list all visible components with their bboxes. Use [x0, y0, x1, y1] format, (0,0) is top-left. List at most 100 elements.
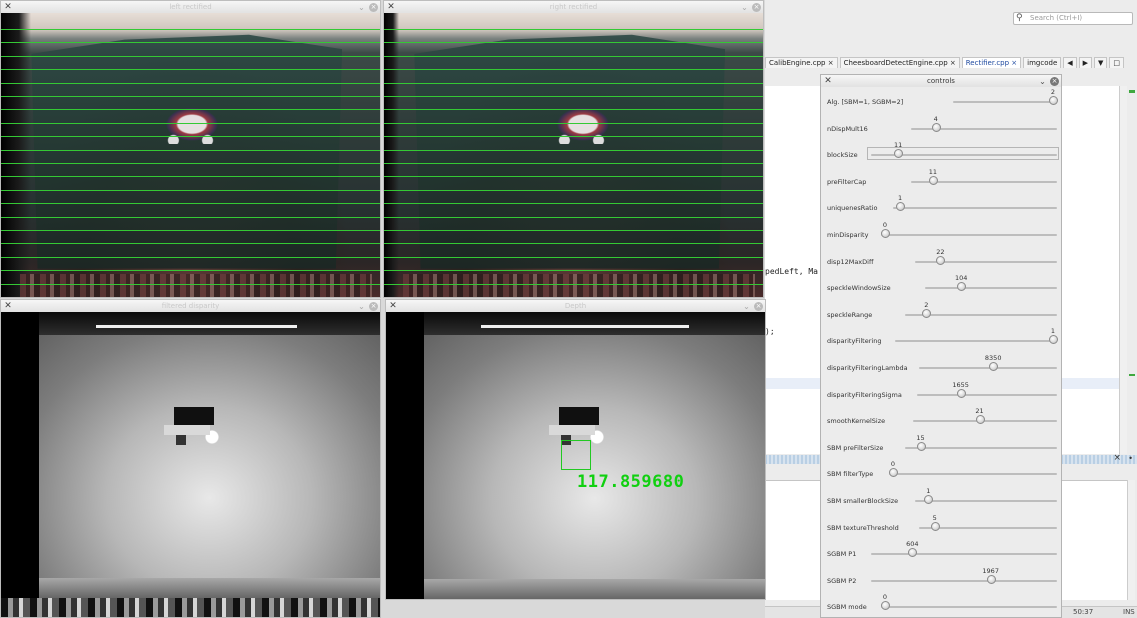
- trackbar: speckleRange 2: [821, 301, 1061, 328]
- trackbar-groove[interactable]: [881, 234, 1057, 236]
- controls-window[interactable]: ✕ controls ⌄ × Alg. [SBM=1, SGBM=2] 2 nDisp…: [820, 74, 1062, 618]
- trackbar-value: 2: [1050, 88, 1056, 96]
- trackbar-groove[interactable]: [893, 207, 1057, 210]
- trackbar-handle[interactable]: [1049, 96, 1058, 105]
- trackbar-groove[interactable]: [881, 606, 1057, 609]
- trackbar: SGBM P1 604: [821, 540, 1061, 567]
- trackbar-handle[interactable]: [1049, 335, 1058, 345]
- left-rectified-window[interactable]: ✕ left rectified ⌄ ×: [0, 0, 381, 298]
- trackbar-handle[interactable]: [986, 574, 996, 584]
- trackbar-handle[interactable]: [975, 415, 985, 425]
- minimize-icon[interactable]: ⌄: [1038, 77, 1047, 86]
- trackbar-handle[interactable]: [931, 122, 941, 132]
- epipolar-line: [384, 270, 763, 272]
- tab-calibengine[interactable]: CalibEngine.cpp ×: [765, 56, 838, 68]
- trackbar-handle[interactable]: [916, 441, 926, 451]
- tab-cheesboarddetectengine[interactable]: CheesboardDetectEngine.cpp ×: [839, 56, 960, 68]
- close-icon[interactable]: ×: [1050, 76, 1059, 86]
- trackbar-handle[interactable]: [896, 202, 906, 212]
- trackbar-handle[interactable]: [922, 308, 932, 318]
- trackbar: SBM filterType 0: [821, 460, 1061, 487]
- epipolar-line: [1, 216, 380, 218]
- trackbar-handle[interactable]: [889, 468, 898, 478]
- trackbar-groove[interactable]: [919, 367, 1057, 369]
- depth-image[interactable]: 117.859680: [386, 312, 765, 599]
- trackbar: Alg. [SBM=1, SGBM=2] 2: [821, 88, 1061, 115]
- epipolar-line: [1, 136, 380, 138]
- trackbar-handle[interactable]: [881, 601, 890, 611]
- trackbar-handle[interactable]: [956, 388, 966, 398]
- search-input[interactable]: ⚲ Search (Ctrl+I): [1013, 12, 1133, 25]
- trackbar: SBM textureThreshold 5: [821, 514, 1061, 541]
- trackbar-handle[interactable]: [930, 521, 940, 531]
- trackbar-handle[interactable]: [989, 362, 999, 371]
- close-icon[interactable]: ×: [1113, 453, 1121, 463]
- trackbar-value: 104: [955, 274, 968, 283]
- trackbar: disp12MaxDiff 22: [821, 248, 1061, 275]
- epipolar-line: [384, 203, 763, 205]
- epipolar-line: [1, 189, 380, 191]
- trackbar: smoothKernelSize 21: [821, 407, 1061, 434]
- trackbar-label: SBM preFilterSize: [827, 443, 884, 452]
- trackbar-value: 4: [933, 114, 938, 123]
- close-icon[interactable]: ×: [754, 301, 763, 311]
- tab-scroll-right-icon[interactable]: ▶: [1078, 56, 1093, 68]
- minimize-icon[interactable]: •: [1128, 454, 1133, 463]
- tab-imgcode[interactable]: imgcode: [1023, 56, 1062, 68]
- epipolar-line: [384, 163, 763, 164]
- trackbar-groove[interactable]: [889, 473, 1057, 476]
- epipolar-line: [384, 256, 763, 258]
- epipolar-line: [1, 283, 380, 285]
- trackbar-handle[interactable]: [924, 495, 934, 504]
- trackbar-label: preFilterCap: [827, 177, 867, 186]
- trackbar-groove[interactable]: [919, 526, 1057, 529]
- trackbar-handle[interactable]: [908, 548, 918, 558]
- filtered-disparity-window[interactable]: ✕ filtered disparity ⌄ ×: [0, 299, 381, 618]
- editor-scrollbar[interactable]: [1119, 86, 1127, 454]
- window-titlebar[interactable]: ✕ right rectified ⌄ ×: [384, 1, 763, 13]
- epipolar-line: [384, 96, 763, 97]
- close-icon[interactable]: ×: [369, 2, 378, 12]
- tab-list-icon[interactable]: ▼: [1094, 56, 1108, 68]
- epipolar-line: [1, 96, 380, 97]
- minimize-icon[interactable]: ⌄: [357, 302, 366, 311]
- trackbar-label: disp12MaxDiff: [827, 257, 874, 266]
- epipolar-line: [1, 176, 380, 178]
- maximize-editor-icon[interactable]: □: [1109, 56, 1125, 68]
- trackbar: preFilterCap 11: [821, 168, 1061, 195]
- trackbar-handle[interactable]: [881, 229, 890, 238]
- trackbar-groove[interactable]: [953, 101, 1057, 103]
- window-titlebar[interactable]: ✕ controls ⌄ ×: [821, 75, 1061, 87]
- output-scrollbar[interactable]: [1127, 480, 1135, 600]
- right-rectified-window[interactable]: ✕ right rectified ⌄ ×: [383, 0, 764, 298]
- trackbar-groove[interactable]: [925, 287, 1057, 290]
- minimize-icon[interactable]: ⌄: [740, 3, 749, 12]
- epipolar-line: [384, 42, 763, 44]
- window-titlebar[interactable]: ✕ Depth ⌄ ×: [386, 300, 765, 312]
- trackbar-groove[interactable]: [871, 553, 1057, 556]
- trackbar-groove[interactable]: [913, 420, 1057, 423]
- minimize-icon[interactable]: ⌄: [357, 3, 366, 12]
- trackbar-handle[interactable]: [957, 282, 967, 292]
- trackbar-groove[interactable]: [895, 340, 1057, 343]
- close-icon[interactable]: ×: [369, 301, 378, 311]
- trackbar-groove[interactable]: [905, 446, 1057, 449]
- tab-scroll-left-icon[interactable]: ◀: [1063, 56, 1077, 68]
- window-titlebar[interactable]: ✕ filtered disparity ⌄ ×: [1, 300, 380, 312]
- cursor-position: 50:37: [1073, 608, 1094, 616]
- tab-rectifier[interactable]: Rectifier.cpp ×: [961, 56, 1022, 68]
- trackbar-handle[interactable]: [928, 175, 938, 185]
- minimize-icon[interactable]: ⌄: [742, 302, 751, 311]
- insert-mode: INS: [1123, 608, 1135, 616]
- trackbar-groove[interactable]: [915, 500, 1057, 502]
- trackbar-groove[interactable]: [871, 579, 1057, 582]
- trackbar: disparityFilteringSigma 1655: [821, 381, 1061, 408]
- epipolar-line: [1, 230, 380, 231]
- trackbar-handle[interactable]: [936, 255, 946, 265]
- search-placeholder: Search (Ctrl+I): [1030, 14, 1083, 22]
- window-titlebar[interactable]: ✕ left rectified ⌄ ×: [1, 1, 380, 13]
- epipolar-line: [384, 230, 763, 231]
- close-icon[interactable]: ×: [752, 2, 761, 12]
- depth-window[interactable]: ✕ Depth ⌄ × 117.859680: [385, 299, 766, 600]
- trackbar-groove[interactable]: [917, 393, 1057, 396]
